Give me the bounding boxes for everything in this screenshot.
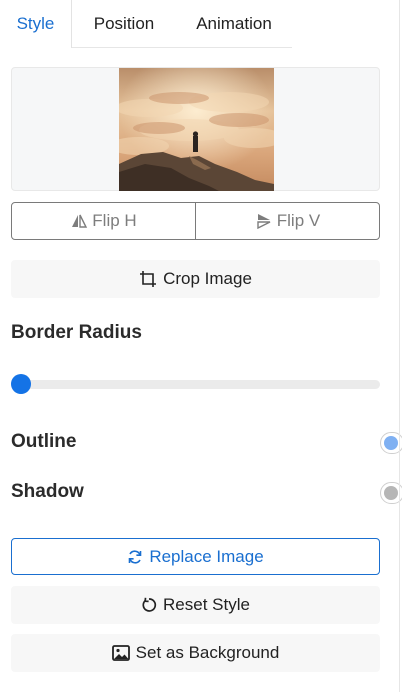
flip-button-group: Flip H Flip V [11, 202, 380, 240]
slider-track [11, 380, 380, 389]
flip-horizontal-label: Flip H [92, 211, 137, 230]
outline-heading: Outline [11, 431, 77, 452]
reset-style-button[interactable]: Reset Style [11, 586, 380, 624]
border-radius-heading: Border Radius [11, 322, 142, 343]
tab-animation[interactable]: Animation [176, 0, 292, 48]
flip-vertical-label: Flip V [276, 211, 321, 230]
reset-style-label: Reset Style [163, 595, 250, 614]
flip-horizontal-button[interactable]: Flip H [12, 203, 195, 239]
crop-image-label: Crop Image [163, 269, 252, 288]
outline-toggle-knob [384, 436, 398, 450]
crop-image-button[interactable]: Crop Image [11, 260, 380, 298]
flip-vertical-button[interactable]: Flip V [195, 203, 379, 239]
image-preview [11, 67, 380, 191]
border-radius-slider[interactable] [11, 374, 380, 394]
flip-horizontal-icon [70, 213, 88, 229]
tab-style[interactable]: Style [0, 0, 72, 48]
shadow-toggle-knob [384, 486, 398, 500]
replace-image-button[interactable]: Replace Image [11, 538, 380, 575]
set-as-background-button[interactable]: Set as Background [11, 634, 380, 672]
panel-right-border [399, 0, 400, 692]
preview-photo [119, 68, 274, 191]
tab-position[interactable]: Position [72, 0, 176, 48]
tab-bar: Style Position Animation [0, 0, 399, 48]
shadow-heading: Shadow [11, 481, 84, 502]
image-icon [111, 645, 130, 661]
replace-image-label: Replace Image [149, 546, 264, 566]
crop-icon [139, 270, 157, 288]
tab-bar-divider [72, 47, 292, 48]
slider-thumb[interactable] [11, 374, 31, 394]
reset-icon [141, 597, 157, 613]
set-as-background-label: Set as Background [135, 643, 280, 662]
flip-vertical-icon [255, 213, 273, 229]
image-style-panel: Style Position Animation Flip H Flip V C… [0, 0, 402, 692]
refresh-icon [127, 549, 143, 565]
